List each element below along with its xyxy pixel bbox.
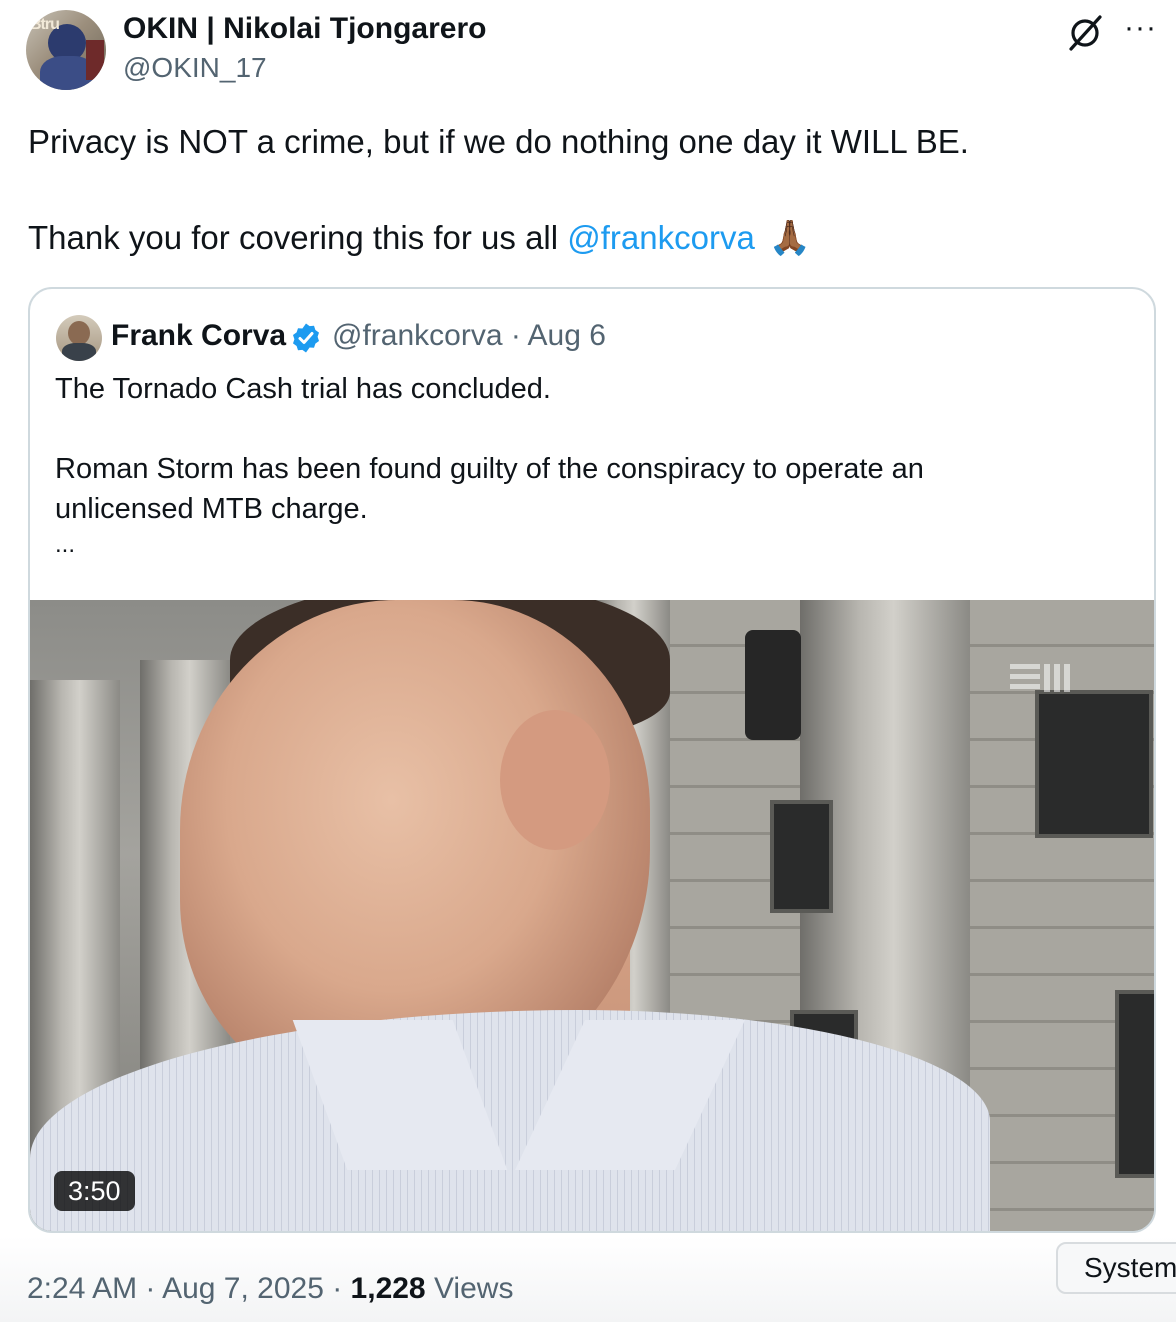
watermark-logo-icon: [1010, 664, 1070, 692]
author-avatar[interactable]: Btru: [26, 10, 106, 90]
quote-handle-date[interactable]: @frankcorva · Aug 6: [332, 319, 606, 353]
more-horizontal-icon[interactable]: ···: [1124, 13, 1157, 43]
quote-text-line-3: unlicensed MTB charge.: [55, 493, 368, 525]
views-count: 1,228: [350, 1272, 426, 1305]
views-label: Views: [425, 1272, 514, 1305]
quote-author-avatar[interactable]: [56, 315, 102, 361]
video-duration-badge: 3:50: [54, 1171, 135, 1211]
quote-text-ellipsis: ...: [55, 531, 76, 558]
tweet-timestamp[interactable]: 2:24 AM · Aug 7, 2025 ·: [27, 1272, 351, 1305]
tweet-text-thanks: Thank you for covering this for us all: [28, 219, 568, 256]
author-display-name[interactable]: OKIN | Nikolai Tjongarero: [123, 12, 486, 46]
tweet-meta: 2:24 AM · Aug 7, 2025 · 1,228 Views: [27, 1272, 513, 1306]
tweet-text-line-1: Privacy is NOT a crime, but if we do not…: [28, 123, 969, 160]
quoted-tweet-card[interactable]: Frank Corva @frankcorva · Aug 6 The Torn…: [28, 287, 1156, 1233]
quote-author-name[interactable]: Frank Corva: [111, 319, 286, 353]
verified-badge-icon: [293, 323, 319, 353]
system-button[interactable]: System: [1056, 1242, 1176, 1294]
grok-icon[interactable]: [1066, 14, 1104, 52]
quote-text-line-1: The Tornado Cash trial has concluded.: [55, 373, 551, 405]
folded-hands-emoji-icon: 🙏🏾: [768, 219, 812, 257]
quote-text-line-2: Roman Storm has been found guilty of the…: [55, 453, 924, 485]
video-thumbnail[interactable]: 3:50: [30, 600, 1154, 1231]
tweet-text-line-2: Thank you for covering this for us all @…: [28, 218, 811, 258]
author-handle[interactable]: @OKIN_17: [123, 52, 267, 84]
mention-link[interactable]: @frankcorva: [567, 219, 755, 256]
